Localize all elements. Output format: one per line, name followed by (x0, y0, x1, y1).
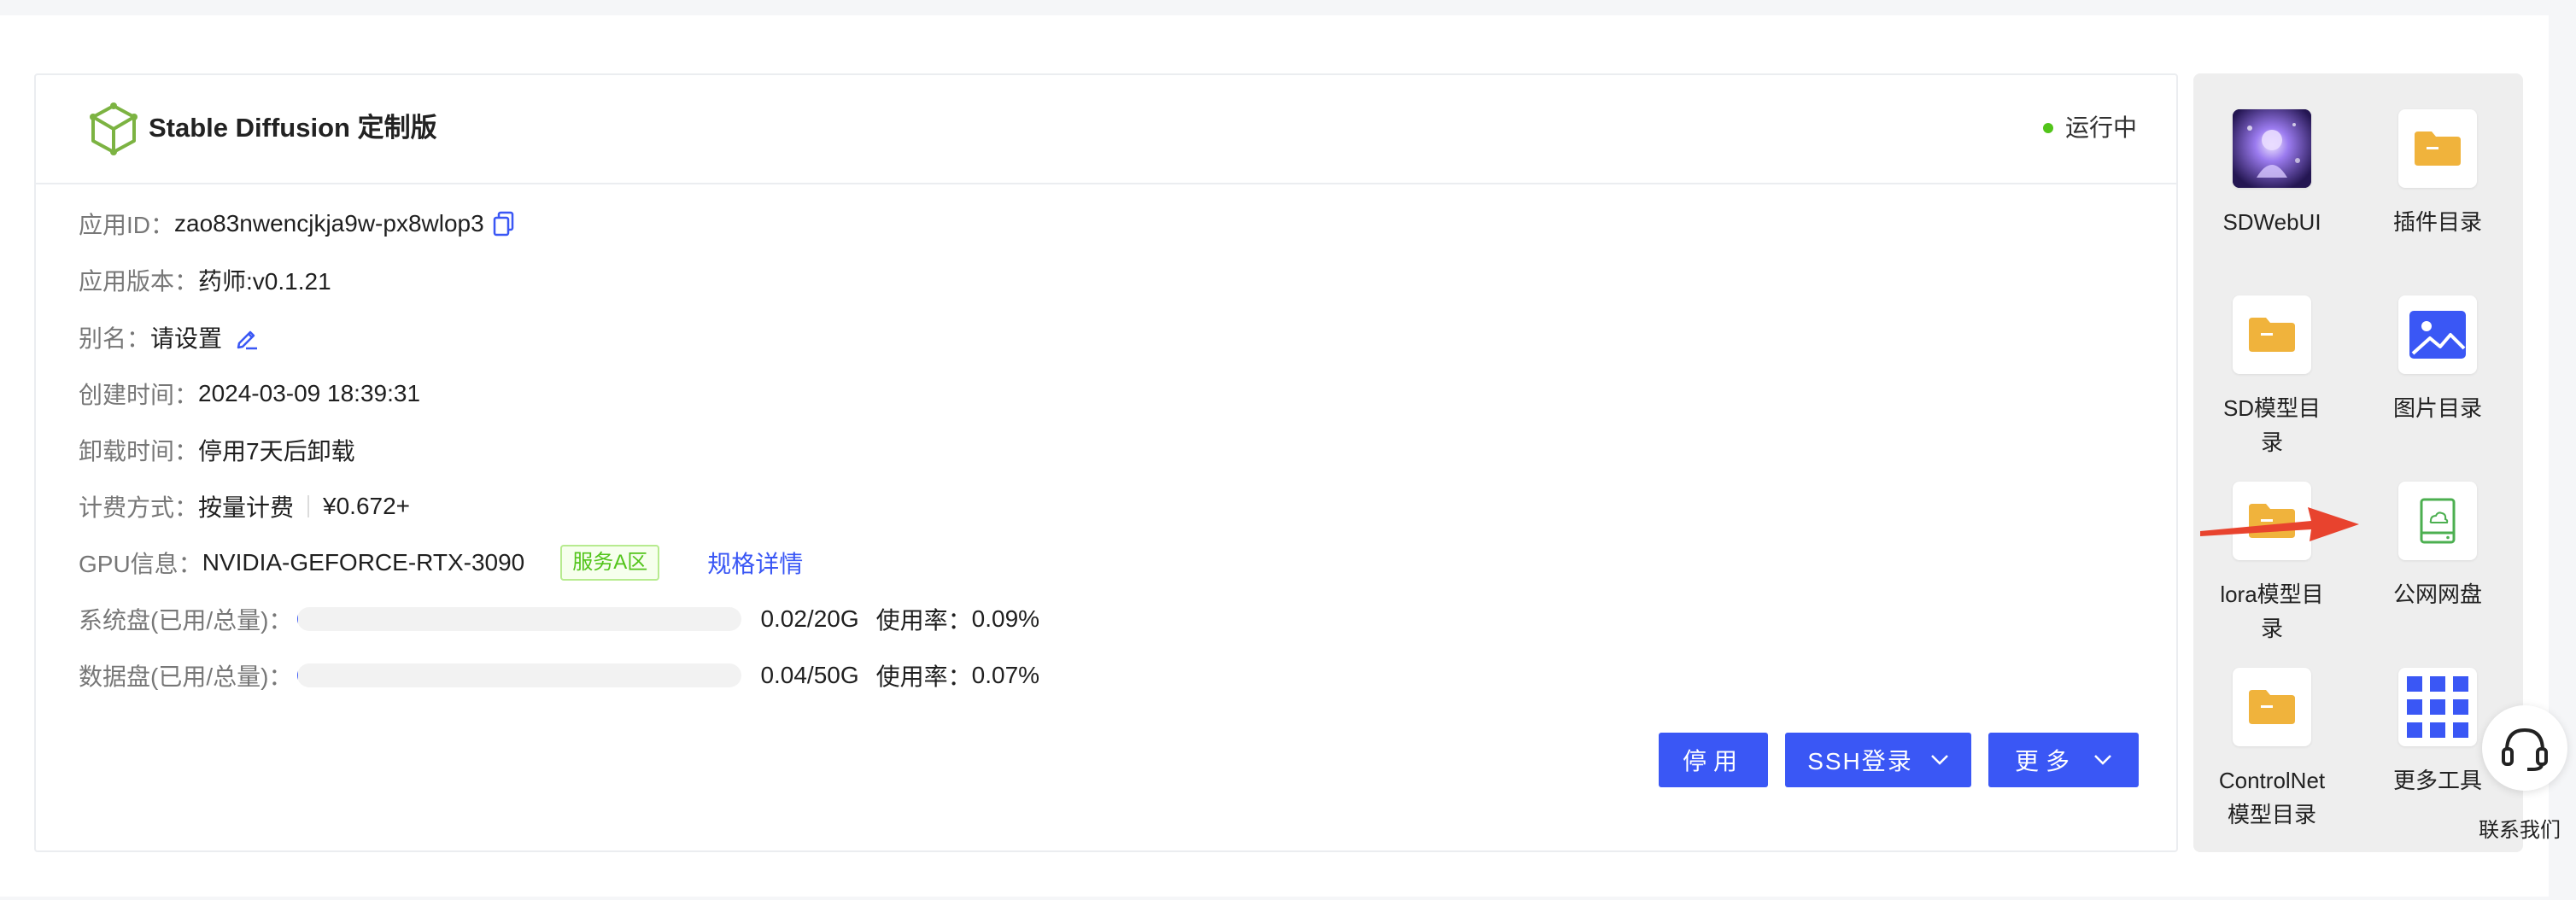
folder-icon (2233, 668, 2311, 746)
data-disk-usage-label: 使用率： (875, 663, 972, 690)
tool-sdwebui[interactable]: SDWebUI (2195, 109, 2349, 239)
info-row-billing: 计费方式： 按量计费 ¥0.672+ (79, 486, 410, 527)
version-value: 药师:v0.1.21 (198, 268, 331, 295)
more-button[interactable]: 更多 (1988, 733, 2139, 787)
sdwebui-thumbnail-icon (2233, 109, 2311, 188)
gpu-label: GPU信息： (79, 551, 202, 577)
stop-button[interactable]: 停用 (1659, 733, 1768, 787)
tool-label: SDWebUI (2222, 209, 2321, 235)
tools-panel: SDWebUI 插件目录 SD模型目录 图片目录 lora模型目录 公网网盘 C… (2193, 73, 2523, 852)
data-disk-label: 数据盘(已用/总量)： (79, 663, 293, 690)
billing-label: 计费方式： (79, 494, 199, 521)
info-row-created: 创建时间： 2024-03-09 18:39:31 (79, 373, 420, 414)
app-id-value: zao83nwencjkja9w-px8wlop3 (174, 210, 484, 237)
status-dot-icon (2042, 123, 2053, 133)
data-disk-progress-bar (297, 663, 742, 687)
uninstall-label: 卸载时间： (79, 438, 199, 465)
info-row-uninstall: 卸载时间： 停用7天后卸载 (79, 430, 355, 470)
tool-image-folder[interactable]: 图片目录 (2361, 295, 2515, 425)
created-value: 2024-03-09 18:39:31 (198, 380, 421, 406)
status-indicator: 运行中 (2042, 109, 2137, 147)
edit-icon[interactable] (234, 324, 260, 350)
tool-sd-model-folder[interactable]: SD模型目录 (2195, 295, 2349, 459)
more-button-label: 更多 (2014, 748, 2076, 774)
system-disk-value: 0.02/20G (760, 605, 859, 632)
tool-controlnet-model-folder[interactable]: ControlNet模型目录 (2195, 668, 2349, 832)
version-label: 应用版本： (79, 268, 199, 295)
folder-icon (2233, 295, 2311, 374)
billing-value: 按量计费 (198, 494, 295, 521)
tool-cloud-drive[interactable]: 公网网盘 (2361, 482, 2515, 611)
system-disk-label: 系统盘(已用/总量)： (79, 607, 293, 634)
card-header: Stable Diffusion 定制版 运行中 (36, 75, 2176, 184)
copy-icon[interactable] (493, 211, 515, 237)
contact-us-label: 联系我们 (2479, 819, 2561, 842)
created-label: 创建时间： (79, 382, 199, 408)
zone-badge: 服务A区 (560, 545, 660, 581)
tool-label: lora模型目录 (2220, 581, 2324, 641)
spec-details-link[interactable]: 规格详情 (707, 546, 803, 580)
tool-label: 插件目录 (2392, 209, 2482, 235)
headset-icon (2502, 728, 2548, 771)
tool-label: SD模型目录 (2222, 395, 2321, 455)
info-row-gpu: GPU信息： NVIDIA-GEFORCE-RTX-3090 服务A区 规格详情 (79, 542, 803, 583)
uninstall-value: 停用7天后卸载 (198, 438, 355, 465)
system-disk-usage-label: 使用率： (875, 607, 972, 634)
tool-label: ControlNet模型目录 (2218, 768, 2326, 827)
system-disk-progress-bar (297, 607, 742, 631)
cloud-drive-icon (2398, 482, 2477, 560)
app-card: Stable Diffusion 定制版 运行中 应用ID： zao83nwen… (34, 73, 2178, 852)
contact-us-button[interactable] (2482, 705, 2567, 791)
system-disk-usage: 0.09% (971, 605, 1040, 632)
tool-label: 图片目录 (2392, 395, 2482, 421)
chevron-down-icon (2094, 755, 2111, 765)
status-text: 运行中 (2064, 114, 2137, 141)
divider (307, 495, 310, 517)
data-disk-usage: 0.07% (971, 662, 1040, 688)
tool-plugins-folder[interactable]: 插件目录 (2361, 109, 2515, 239)
folder-icon (2398, 109, 2477, 188)
billing-price: ¥0.672+ (323, 493, 411, 519)
app-title: Stable Diffusion 定制版 (149, 113, 437, 143)
alias-label: 别名： (79, 325, 151, 352)
image-icon (2398, 295, 2477, 374)
grid-icon (2398, 668, 2477, 746)
red-arrow-annotation (2200, 507, 2359, 541)
tool-label: 公网网盘 (2392, 581, 2482, 607)
data-disk-value: 0.04/50G (760, 662, 859, 688)
ssh-login-button[interactable]: SSH登录 (1785, 733, 1971, 787)
stop-button-label: 停用 (1682, 748, 1744, 774)
ssh-button-label: SSH登录 (1807, 748, 1913, 774)
info-row-system-disk: 系统盘(已用/总量)： 0.02/20G 使用率： 0.09% (79, 599, 1039, 640)
info-row-version: 应用版本： 药师:v0.1.21 (79, 260, 331, 301)
cube-logo-icon (90, 102, 138, 155)
info-row-app-id: 应用ID： zao83nwencjkja9w-px8wlop3 (79, 203, 515, 244)
chevron-down-icon (1930, 755, 1948, 765)
alias-value: 请设置 (150, 325, 223, 352)
info-row-alias: 别名： 请设置 (79, 317, 260, 358)
info-row-data-disk: 数据盘(已用/总量)： 0.04/50G 使用率： 0.07% (79, 655, 1039, 696)
gpu-value: NVIDIA-GEFORCE-RTX-3090 (202, 549, 525, 576)
app-id-label: 应用ID： (79, 212, 175, 238)
